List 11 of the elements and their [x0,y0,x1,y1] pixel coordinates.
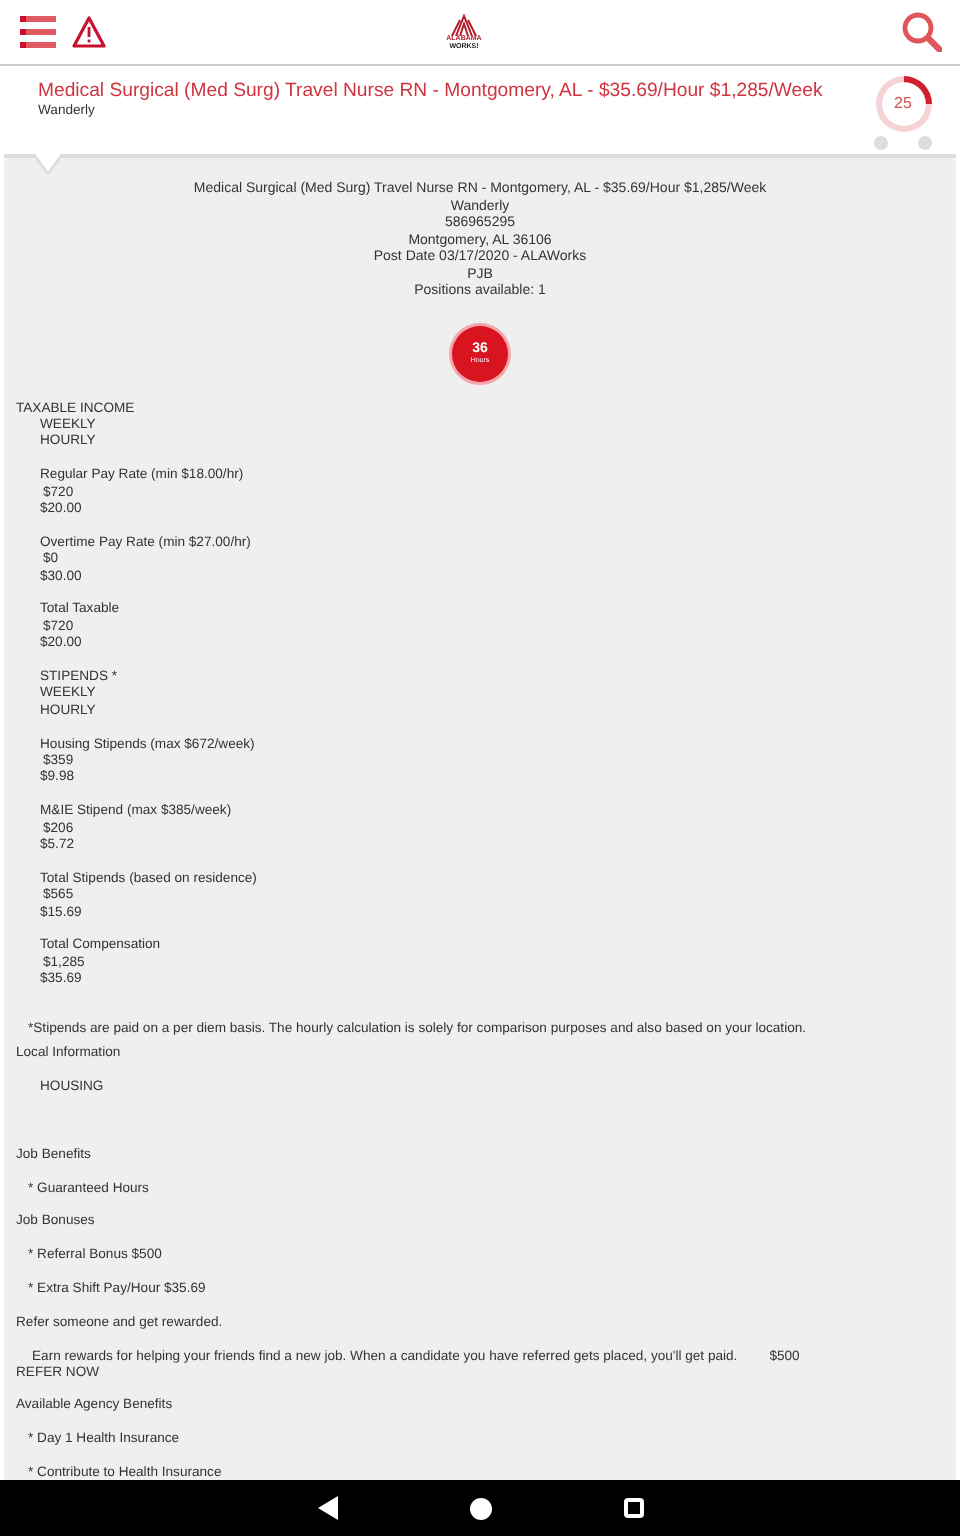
warning-icon[interactable] [72,16,106,48]
menu-icon[interactable] [20,16,56,48]
home-icon[interactable] [469,1497,491,1519]
recents-icon[interactable] [623,1498,643,1518]
page-dot-icon[interactable] [918,136,932,150]
match-score: 25 [875,76,931,132]
back-icon[interactable] [317,1496,337,1520]
job-title[interactable]: Medical Surgical (Med Surg) Travel Nurse RN - Montgomery, AL - $35.69/Hour $1,285/Week [38,78,823,104]
page-dot-icon[interactable] [874,136,888,150]
logo-icon [449,13,478,36]
search-icon[interactable] [901,12,942,52]
